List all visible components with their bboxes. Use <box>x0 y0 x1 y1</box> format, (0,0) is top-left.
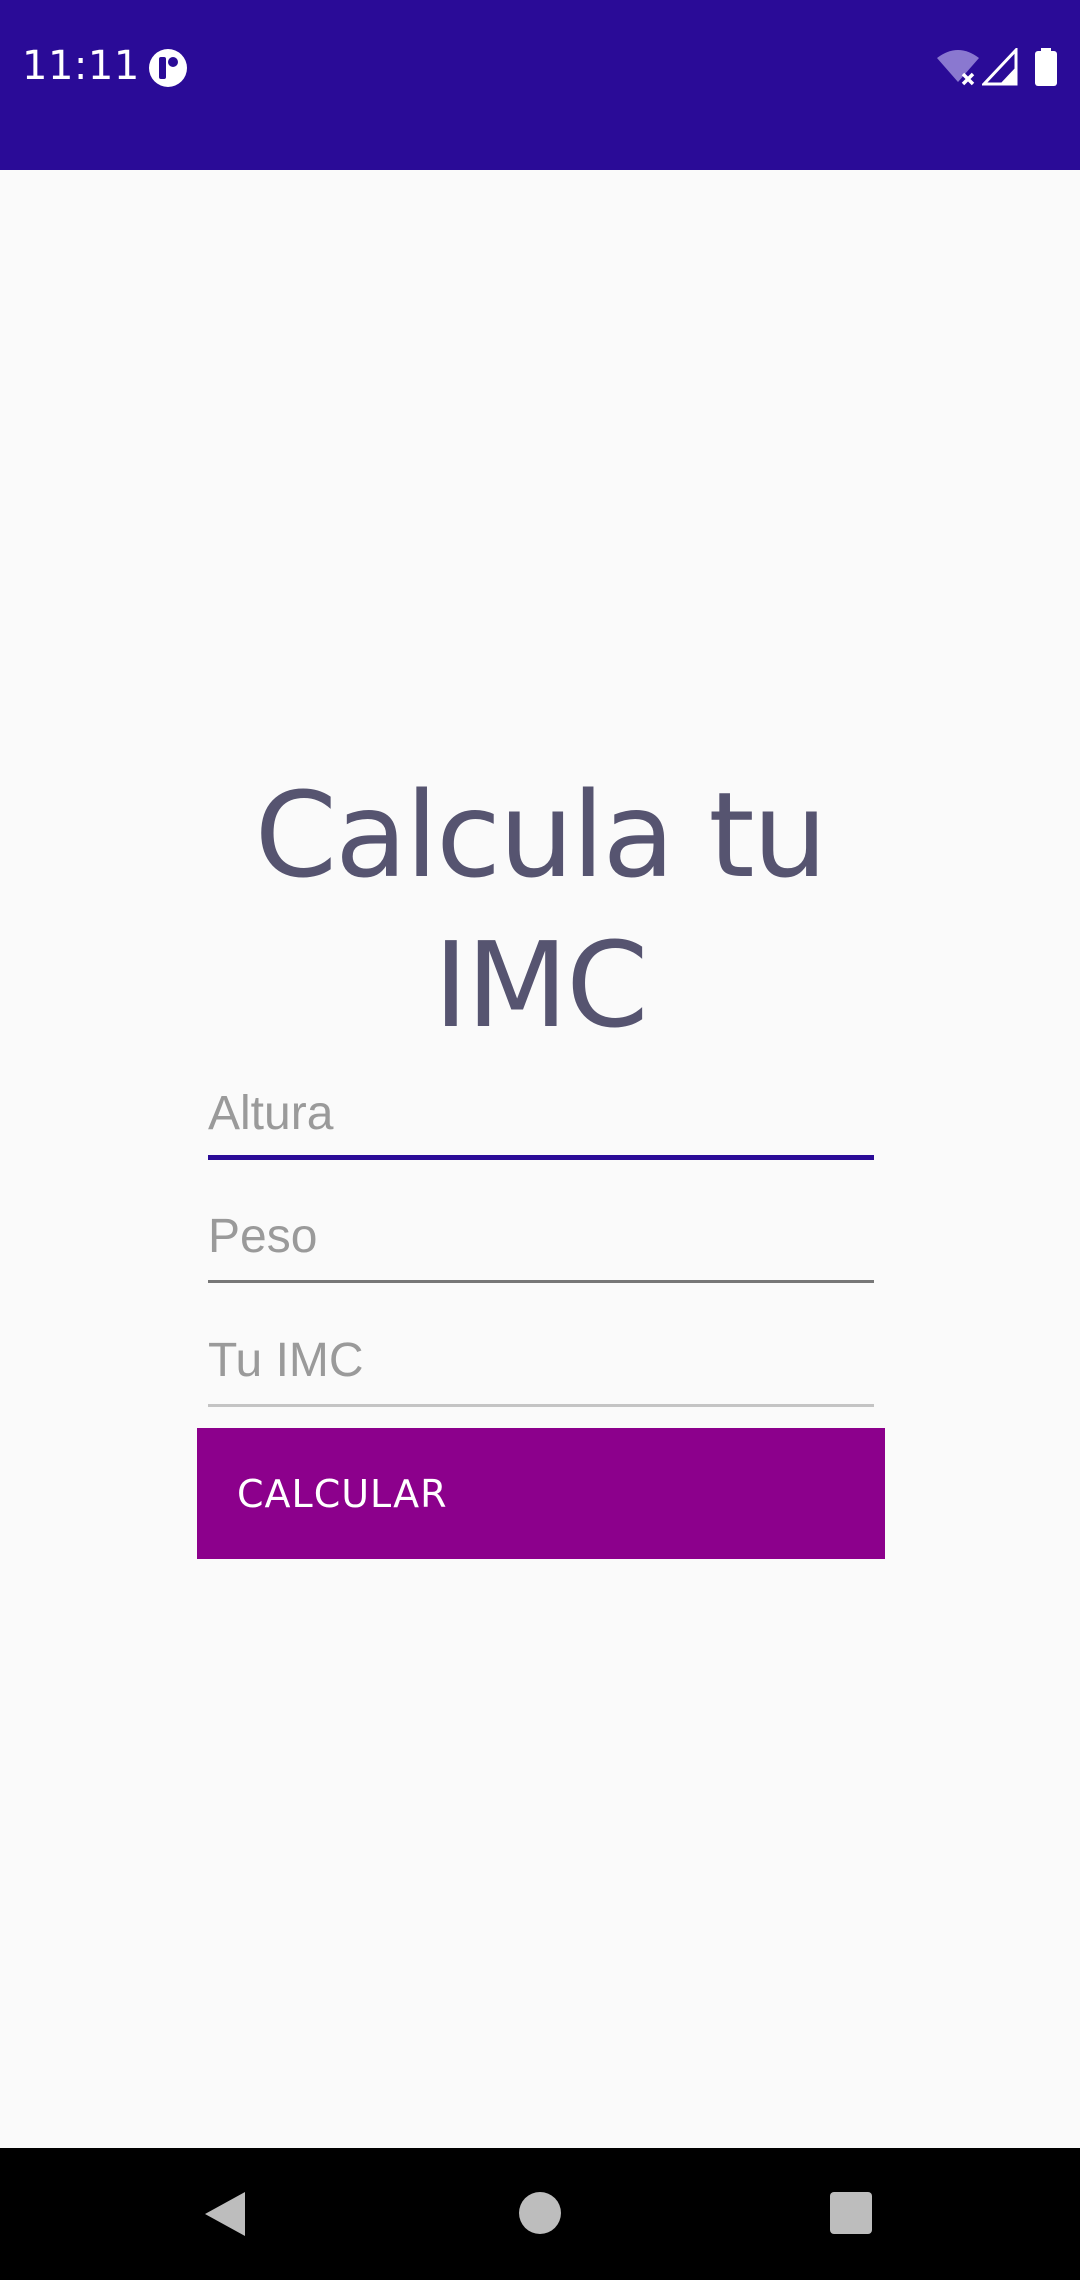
peso-field[interactable] <box>208 1201 874 1283</box>
cell-signal-icon <box>982 48 1018 86</box>
page-title-line-1: Calcula tu <box>254 766 828 904</box>
recents-icon[interactable] <box>830 2192 872 2234</box>
peso-underline <box>208 1280 874 1283</box>
calculate-button[interactable]: CALCULAR <box>197 1428 885 1559</box>
altura-field[interactable] <box>208 1078 874 1160</box>
status-bar: 11:11 <box>0 0 1080 170</box>
back-icon[interactable] <box>203 2190 249 2238</box>
altura-input[interactable] <box>208 1078 874 1148</box>
page-title: Calcula tu IMC <box>0 760 1080 1060</box>
page-title-line-2: IMC <box>433 916 648 1054</box>
imc-field <box>208 1325 874 1407</box>
status-time: 11:11 <box>22 43 140 89</box>
altura-underline <box>208 1155 874 1160</box>
home-icon[interactable] <box>519 2192 561 2234</box>
navigation-bar <box>0 2148 1080 2280</box>
wifi-off-icon <box>937 50 979 86</box>
peso-input[interactable] <box>208 1201 874 1271</box>
imc-result-input <box>208 1325 874 1395</box>
imc-underline <box>208 1404 874 1407</box>
battery-icon <box>1035 48 1057 86</box>
app-notification-icon <box>149 49 187 87</box>
